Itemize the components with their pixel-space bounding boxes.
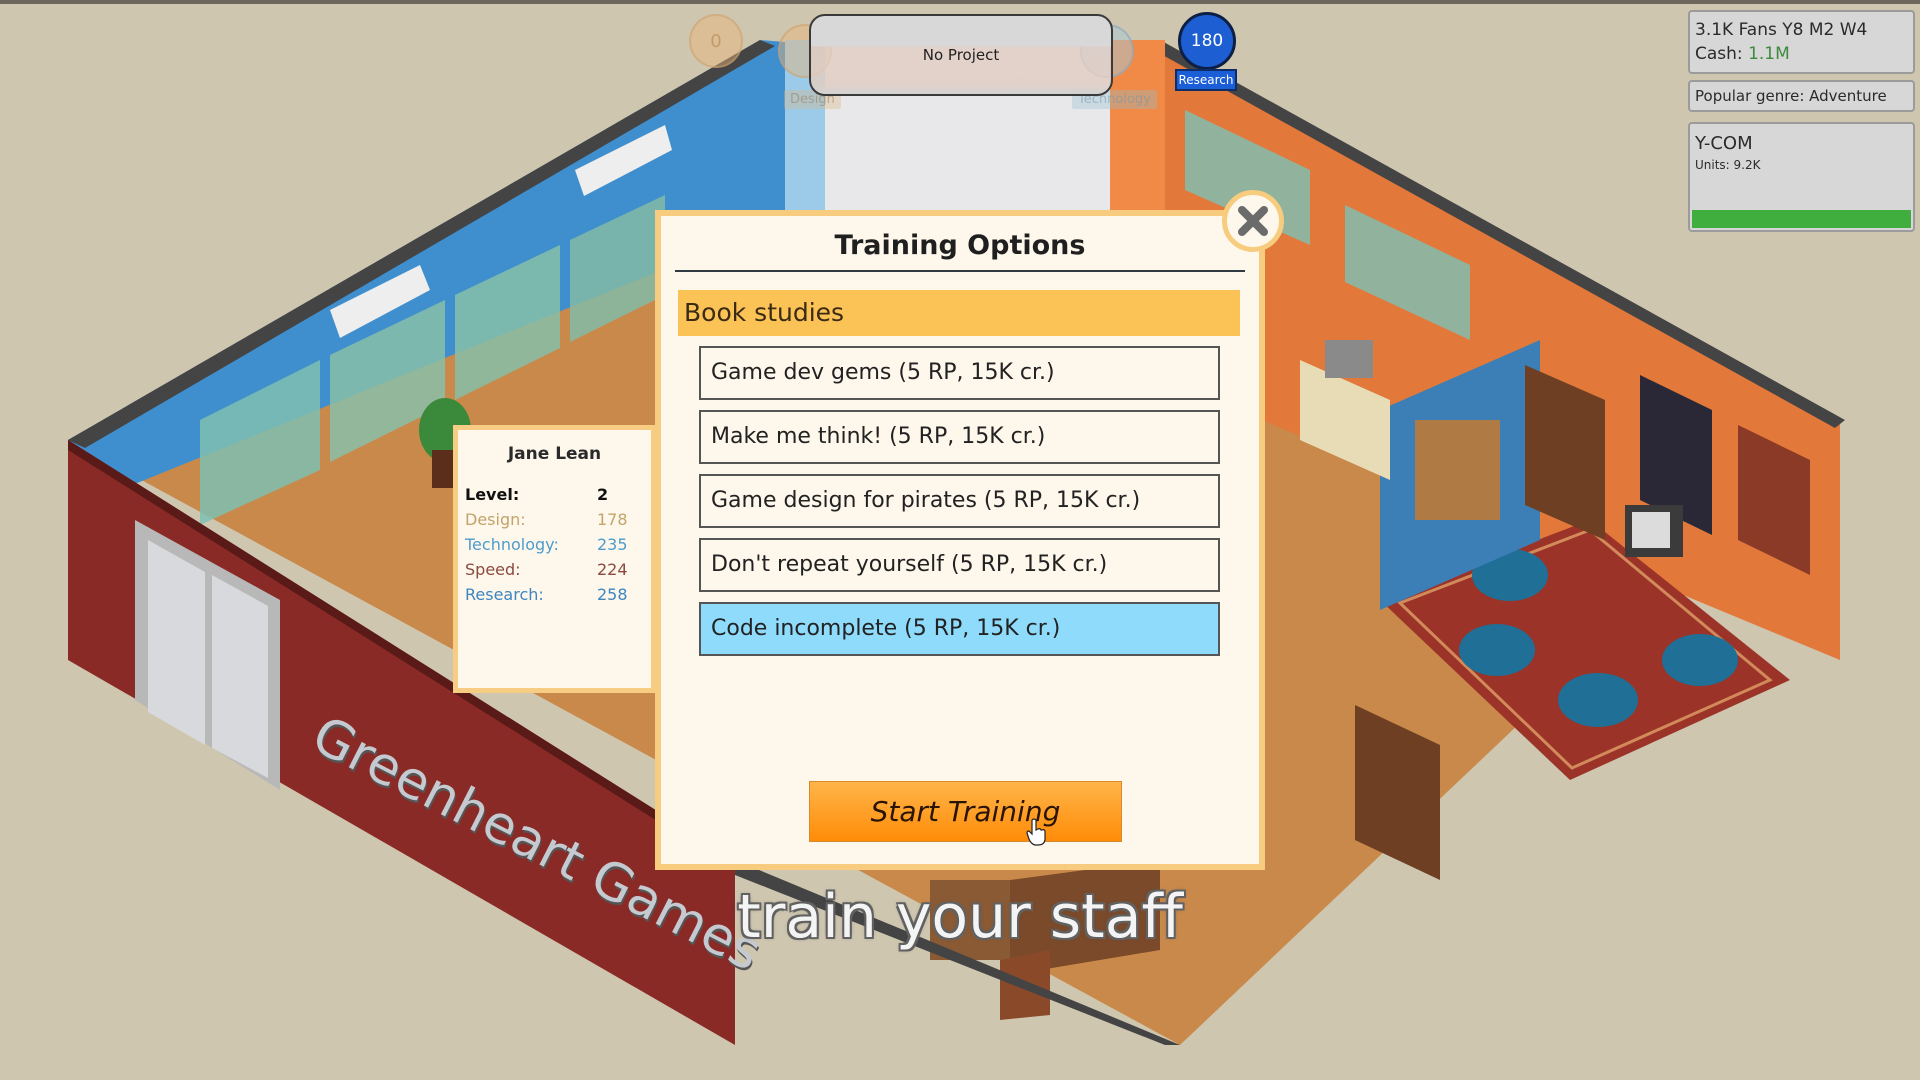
training-options-dialog: Training Options Book studies Game dev g…: [655, 210, 1265, 870]
stat-label: Technology:: [465, 535, 559, 554]
category-book-studies[interactable]: Book studies: [678, 290, 1240, 336]
company-status-panel[interactable]: 3.1K Fans Y8 M2 W4 Cash: 1.1M: [1688, 10, 1915, 74]
project-status-box[interactable]: No Project: [809, 14, 1113, 96]
close-dialog-button[interactable]: [1222, 190, 1284, 252]
dialog-title: Training Options: [675, 228, 1245, 272]
research-points-circle[interactable]: 180: [1178, 12, 1236, 70]
training-option-code-incomplete[interactable]: Code incomplete (5 RP, 15K cr.): [699, 602, 1220, 656]
start-training-button[interactable]: Start Training: [809, 781, 1122, 842]
console-units: Units: 9.2K: [1695, 158, 1761, 172]
cash-label: Cash:: [1695, 44, 1743, 64]
stat-technology-row: Technology: 235: [458, 532, 651, 557]
training-option-game-design-for-pirates[interactable]: Game design for pirates (5 RP, 15K cr.): [699, 474, 1220, 528]
research-points-value: 180: [1190, 31, 1224, 51]
stat-design-row: Design: 178: [458, 507, 651, 532]
training-option-make-me-think[interactable]: Make me think! (5 RP, 15K cr.): [699, 410, 1220, 464]
stat-label: Design:: [465, 510, 526, 529]
research-label: Research: [1175, 69, 1237, 91]
popular-genre-panel: Popular genre: Adventure: [1688, 80, 1915, 112]
popular-genre-text: Popular genre: Adventure: [1695, 87, 1887, 105]
training-option-dont-repeat-yourself[interactable]: Don't repeat yourself (5 RP, 15K cr.): [699, 538, 1220, 592]
stat-research-row: Research: 258: [458, 582, 651, 607]
fans-and-date: 3.1K Fans Y8 M2 W4: [1695, 20, 1868, 40]
training-option-game-dev-gems[interactable]: Game dev gems (5 RP, 15K cr.): [699, 346, 1220, 400]
design-points-value: 0: [710, 30, 722, 52]
stat-value: 178: [597, 510, 628, 529]
console-market-progress-bar: [1692, 210, 1911, 228]
staff-name: Jane Lean: [507, 444, 602, 464]
stat-label: Speed:: [465, 560, 521, 579]
video-subtitle: train your staff: [737, 882, 1183, 952]
staff-info-panel: Jane Lean Level: 2 Design: 178 Technolog…: [453, 425, 656, 693]
console-market-panel[interactable]: Y-COM Units: 9.2K: [1688, 122, 1915, 232]
stat-level-row: Level: 2: [458, 482, 651, 507]
stat-label: Level:: [465, 485, 520, 504]
project-status-text: No Project: [922, 46, 1000, 64]
stat-speed-row: Speed: 224: [458, 557, 651, 582]
close-icon: [1238, 206, 1268, 236]
console-name: Y-COM: [1695, 133, 1753, 154]
design-points-circle[interactable]: 0: [689, 14, 743, 68]
cash-value: 1.1M: [1748, 44, 1790, 64]
stat-value: 224: [597, 560, 628, 579]
hand-cursor-icon: [1026, 818, 1046, 846]
stat-value: 235: [597, 535, 628, 554]
stat-value: 258: [597, 585, 628, 604]
stat-label: Research:: [465, 585, 544, 604]
stat-value: 2: [597, 485, 609, 504]
